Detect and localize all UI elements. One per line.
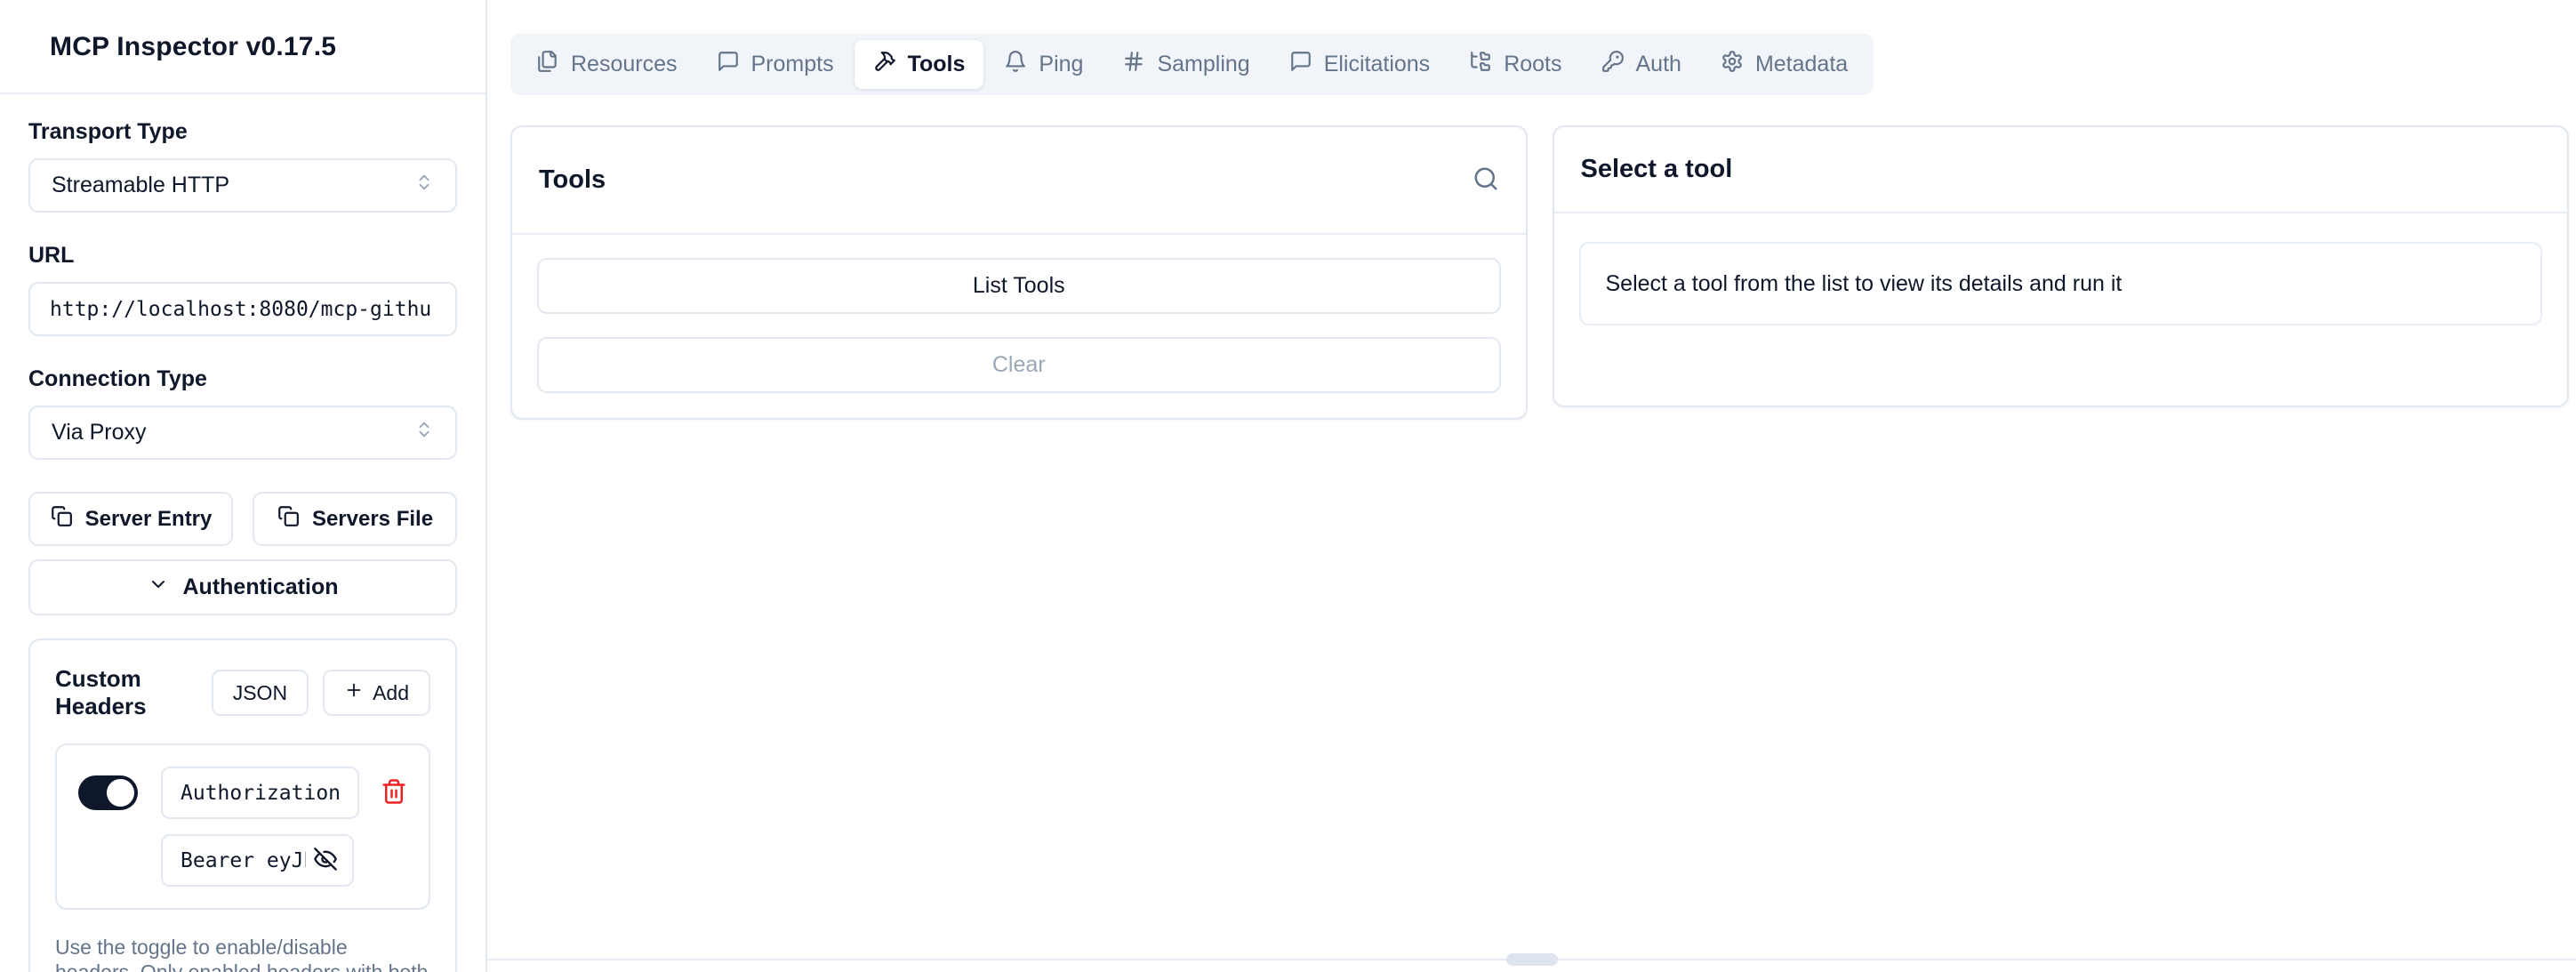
chevrons-up-down-icon (414, 420, 434, 446)
plus-icon (344, 680, 364, 705)
sidebar-body: Transport Type Streamable HTTP URL Conne… (0, 94, 486, 972)
servers-file-button[interactable]: Servers File (253, 492, 457, 546)
tab-label: Auth (1636, 52, 1681, 77)
search-icon (1473, 165, 1499, 195)
detail-panel-title: Select a tool (1581, 155, 1733, 184)
url-input[interactable] (28, 282, 457, 336)
trash-icon (381, 778, 407, 807)
tool-placeholder-text: Select a tool from the list to view its … (1606, 271, 2123, 297)
header-value-input[interactable] (181, 849, 306, 872)
copy-icon (50, 504, 73, 534)
json-button-label: JSON (233, 681, 287, 705)
tab-ping[interactable]: Ping (985, 40, 1102, 89)
header-row (55, 743, 430, 910)
list-tools-button[interactable]: List Tools (537, 258, 1501, 314)
chevrons-up-down-icon (414, 173, 434, 198)
tab-tools[interactable]: Tools (855, 40, 984, 89)
header-name-input[interactable] (181, 782, 340, 805)
folder-tree-icon (1469, 50, 1492, 79)
app-title: MCP Inspector v0.17.5 (50, 32, 459, 62)
authentication-label: Authentication (183, 574, 339, 600)
tab-resources[interactable]: Resources (518, 40, 696, 89)
chevron-down-icon (148, 574, 169, 601)
tab-label: Sampling (1157, 52, 1249, 77)
tools-panel: Tools List Tools Clear (510, 125, 1528, 420)
tab-sampling[interactable]: Sampling (1103, 40, 1268, 89)
tab-roots[interactable]: Roots (1450, 40, 1580, 89)
search-button[interactable] (1473, 165, 1499, 195)
custom-headers-help-text: Use the toggle to enable/disable headers… (55, 935, 430, 972)
gear-icon (1721, 50, 1744, 79)
message-square-icon (717, 50, 740, 79)
panel-resize-handle[interactable] (1506, 953, 1558, 966)
url-label: URL (28, 243, 457, 269)
tab-label: Metadata (1755, 52, 1848, 77)
connection-type-select[interactable]: Via Proxy (28, 406, 457, 460)
connection-type-value: Via Proxy (52, 420, 147, 446)
custom-headers-card: Custom Headers JSON Add (28, 639, 457, 972)
tab-label: Prompts (751, 52, 834, 77)
server-entry-label: Server Entry (85, 507, 213, 532)
tab-elicitations[interactable]: Elicitations (1271, 40, 1449, 89)
header-name-field (161, 767, 359, 819)
tool-placeholder-box: Select a tool from the list to view its … (1579, 242, 2543, 325)
clear-tools-button[interactable]: Clear (537, 337, 1501, 393)
tool-detail-panel: Select a tool Select a tool from the lis… (1553, 125, 2570, 407)
tab-label: Roots (1504, 52, 1561, 77)
eye-off-icon (313, 847, 338, 874)
hammer-icon (873, 50, 896, 79)
main-area: Resources Prompts Tools Ping (487, 0, 2576, 972)
tab-label: Resources (571, 52, 678, 77)
copy-icon (277, 504, 300, 534)
sidebar: MCP Inspector v0.17.5 Transport Type Str… (0, 0, 487, 972)
tab-metadata[interactable]: Metadata (1702, 40, 1866, 89)
toggle-value-visibility-button[interactable] (313, 847, 338, 874)
transport-type-value: Streamable HTTP (52, 173, 229, 198)
bell-icon (1004, 50, 1027, 79)
hash-icon (1122, 50, 1145, 79)
tools-panel-title: Tools (539, 165, 606, 195)
tab-label: Elicitations (1324, 52, 1431, 77)
transport-type-label: Transport Type (28, 119, 457, 145)
message-square-icon (1289, 50, 1312, 79)
delete-header-button[interactable] (381, 778, 407, 807)
tab-auth[interactable]: Auth (1583, 40, 1700, 89)
tab-label: Ping (1039, 52, 1083, 77)
authentication-toggle-button[interactable]: Authentication (28, 559, 457, 615)
custom-headers-title: Custom Headers (55, 665, 212, 720)
add-header-button[interactable]: Add (323, 670, 430, 716)
header-enabled-toggle[interactable] (78, 775, 138, 810)
tab-label: Tools (908, 52, 966, 77)
add-button-label: Add (373, 681, 409, 705)
json-view-button[interactable]: JSON (212, 670, 309, 716)
servers-file-label: Servers File (312, 507, 433, 532)
header-value-field (161, 834, 354, 887)
key-icon (1601, 50, 1625, 79)
tab-bar: Resources Prompts Tools Ping (510, 34, 1874, 95)
toggle-knob (107, 779, 134, 807)
sidebar-header: MCP Inspector v0.17.5 (0, 0, 486, 94)
transport-type-select[interactable]: Streamable HTTP (28, 158, 457, 213)
server-entry-button[interactable]: Server Entry (28, 492, 233, 546)
connection-type-label: Connection Type (28, 366, 457, 392)
files-icon (536, 50, 559, 79)
tab-prompts[interactable]: Prompts (698, 40, 853, 89)
app-root: MCP Inspector v0.17.5 Transport Type Str… (0, 0, 2576, 972)
